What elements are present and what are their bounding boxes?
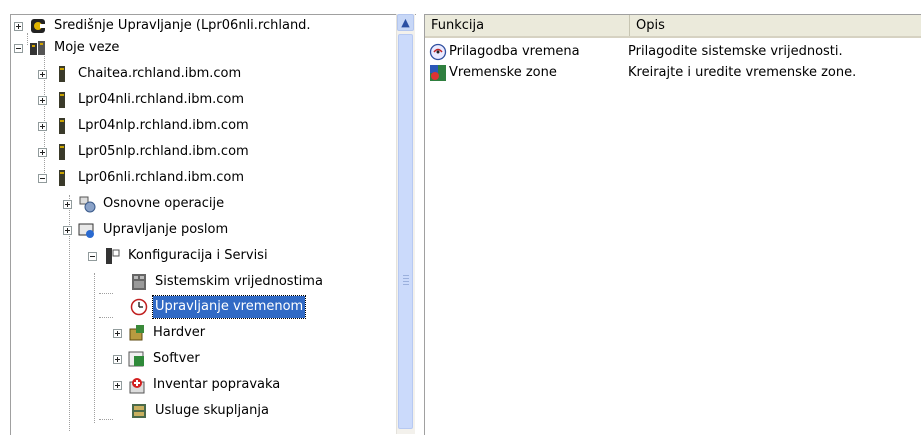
chevron-up-icon: ▲ <box>401 16 410 29</box>
expand-icon[interactable] <box>113 380 122 390</box>
time-zones-icon <box>429 64 447 82</box>
list-row-time-zones[interactable]: Vremenske zone Kreirajte i uredite vreme… <box>429 63 856 83</box>
scroll-thumb[interactable] <box>398 34 413 429</box>
tree-item-hardware[interactable]: Hardver <box>113 322 207 344</box>
collapse-icon[interactable] <box>14 43 23 53</box>
grip-line <box>403 278 409 279</box>
expand-icon[interactable] <box>63 225 72 235</box>
tree-item-fix-inventory[interactable]: Inventar popravaka <box>113 374 282 396</box>
expand-icon[interactable] <box>38 69 47 79</box>
tree-item-server-lpr04nli[interactable]: Lpr04nli.rchland.ibm.com <box>38 89 246 111</box>
tree-connector <box>99 419 113 420</box>
collection-services-icon <box>130 402 148 420</box>
function-description: Kreirajte i uredite vremenske zone. <box>628 65 857 80</box>
expand-icon[interactable] <box>38 121 47 131</box>
tree-item-server-lpr05nlp[interactable]: Lpr05nlp.rchland.ibm.com <box>38 141 251 163</box>
collapse-icon[interactable] <box>88 251 97 261</box>
tree-item-work-management[interactable]: Upravljanje poslom <box>63 219 230 241</box>
expand-icon[interactable] <box>113 354 122 364</box>
tree-item-label: Upravljanje poslom <box>103 222 229 237</box>
tree-item-server-lpr06nli[interactable]: Lpr06nli.rchland.ibm.com <box>38 167 246 189</box>
expand-icon[interactable] <box>113 328 122 338</box>
tree-item-label: Lpr06nli.rchland.ibm.com <box>78 170 245 185</box>
function-list[interactable]: Funkcija Opis Prilagodba vremena Prilago… <box>424 14 921 435</box>
connections-folder-icon <box>29 39 47 57</box>
tree-connector <box>94 273 95 423</box>
server-icon <box>53 117 71 135</box>
time-adjustment-icon <box>429 43 447 61</box>
expand-icon[interactable] <box>38 95 47 105</box>
tree-item-label: Hardver <box>153 325 206 340</box>
system-values-icon <box>130 273 148 291</box>
function-description: Prilagodite sistemske vrijednosti. <box>628 44 843 59</box>
tree-item-server-chaitea[interactable]: Chaitea.rchland.ibm.com <box>38 63 243 85</box>
tree-item-software[interactable]: Softver <box>113 348 202 370</box>
function-name: Vremenske zone <box>449 65 557 80</box>
navigation-tree[interactable]: Središnje Upravljanje (Lpr06nli.rchland.… <box>10 14 416 435</box>
tree-item-my-connections[interactable]: Moje veze <box>14 37 121 59</box>
central-management-icon <box>29 17 47 35</box>
tree-item-time-management[interactable]: Upravljanje vremenom <box>130 295 307 319</box>
hardware-icon <box>128 324 146 342</box>
basic-operations-icon <box>78 195 96 213</box>
expand-icon[interactable] <box>63 199 72 209</box>
tree-item-label: Upravljanje vremenom <box>151 295 307 319</box>
collapse-icon[interactable] <box>38 173 47 183</box>
tree-connector <box>99 293 113 294</box>
tree-item-system-values[interactable]: Sistemskim vrijednostima <box>130 271 325 293</box>
tree-item-label: Sistemskim vrijednostima <box>155 274 323 289</box>
server-icon <box>53 143 71 161</box>
tree-connector <box>99 317 113 318</box>
tree-item-label: Lpr05nlp.rchland.ibm.com <box>78 144 249 159</box>
expand-icon[interactable] <box>38 147 47 157</box>
tree-item-label: Konfiguracija i Servisi <box>128 248 268 263</box>
tree-item-label: Inventar popravaka <box>153 377 281 392</box>
tree-item-label: Usluge skupljanja <box>155 403 269 418</box>
expand-icon[interactable] <box>14 21 23 31</box>
tree-item-basic-operations[interactable]: Osnovne operacije <box>63 193 226 215</box>
tree-item-label: Središnje Upravljanje (Lpr06nli.rchland. <box>54 18 311 33</box>
scroll-up-button[interactable]: ▲ <box>397 14 414 31</box>
tree-item-label: Osnovne operacije <box>103 196 225 211</box>
software-icon <box>128 350 146 368</box>
server-icon <box>53 169 71 187</box>
column-header-function[interactable]: Funkcija <box>425 15 630 36</box>
clock-icon <box>130 298 148 316</box>
grip-line <box>403 275 409 276</box>
tree-item-label: Lpr04nlp.rchland.ibm.com <box>78 118 249 133</box>
window-frame: Središnje Upravljanje (Lpr06nli.rchland.… <box>0 0 921 435</box>
tree-item-server-lpr04nlp[interactable]: Lpr04nlp.rchland.ibm.com <box>38 115 251 137</box>
fix-inventory-icon <box>128 376 146 394</box>
server-icon <box>53 65 71 83</box>
tree-item-label: Lpr04nli.rchland.ibm.com <box>78 92 245 107</box>
function-name: Prilagodba vremena <box>449 44 580 59</box>
tree-item-label: Moje veze <box>54 40 120 55</box>
server-icon <box>53 91 71 109</box>
grip-line <box>403 284 409 285</box>
tree-item-label: Chaitea.rchland.ibm.com <box>78 66 242 81</box>
configuration-icon <box>103 247 121 265</box>
tree-item-label: Softver <box>153 351 200 366</box>
list-row-time-adjustment[interactable]: Prilagodba vremena Prilagodite sistemske… <box>429 42 843 62</box>
tree-item-central-management[interactable]: Središnje Upravljanje (Lpr06nli.rchland. <box>14 15 313 37</box>
list-header: Funkcija Opis <box>425 15 921 38</box>
work-management-icon <box>78 221 96 239</box>
tree-item-configuration-services[interactable]: Konfiguracija i Servisi <box>88 245 270 267</box>
tree-item-collection-services[interactable]: Usluge skupljanja <box>130 400 271 422</box>
grip-line <box>403 281 409 282</box>
tree-scrollbar[interactable]: ▲ <box>396 14 415 434</box>
column-header-description[interactable]: Opis <box>630 15 921 36</box>
